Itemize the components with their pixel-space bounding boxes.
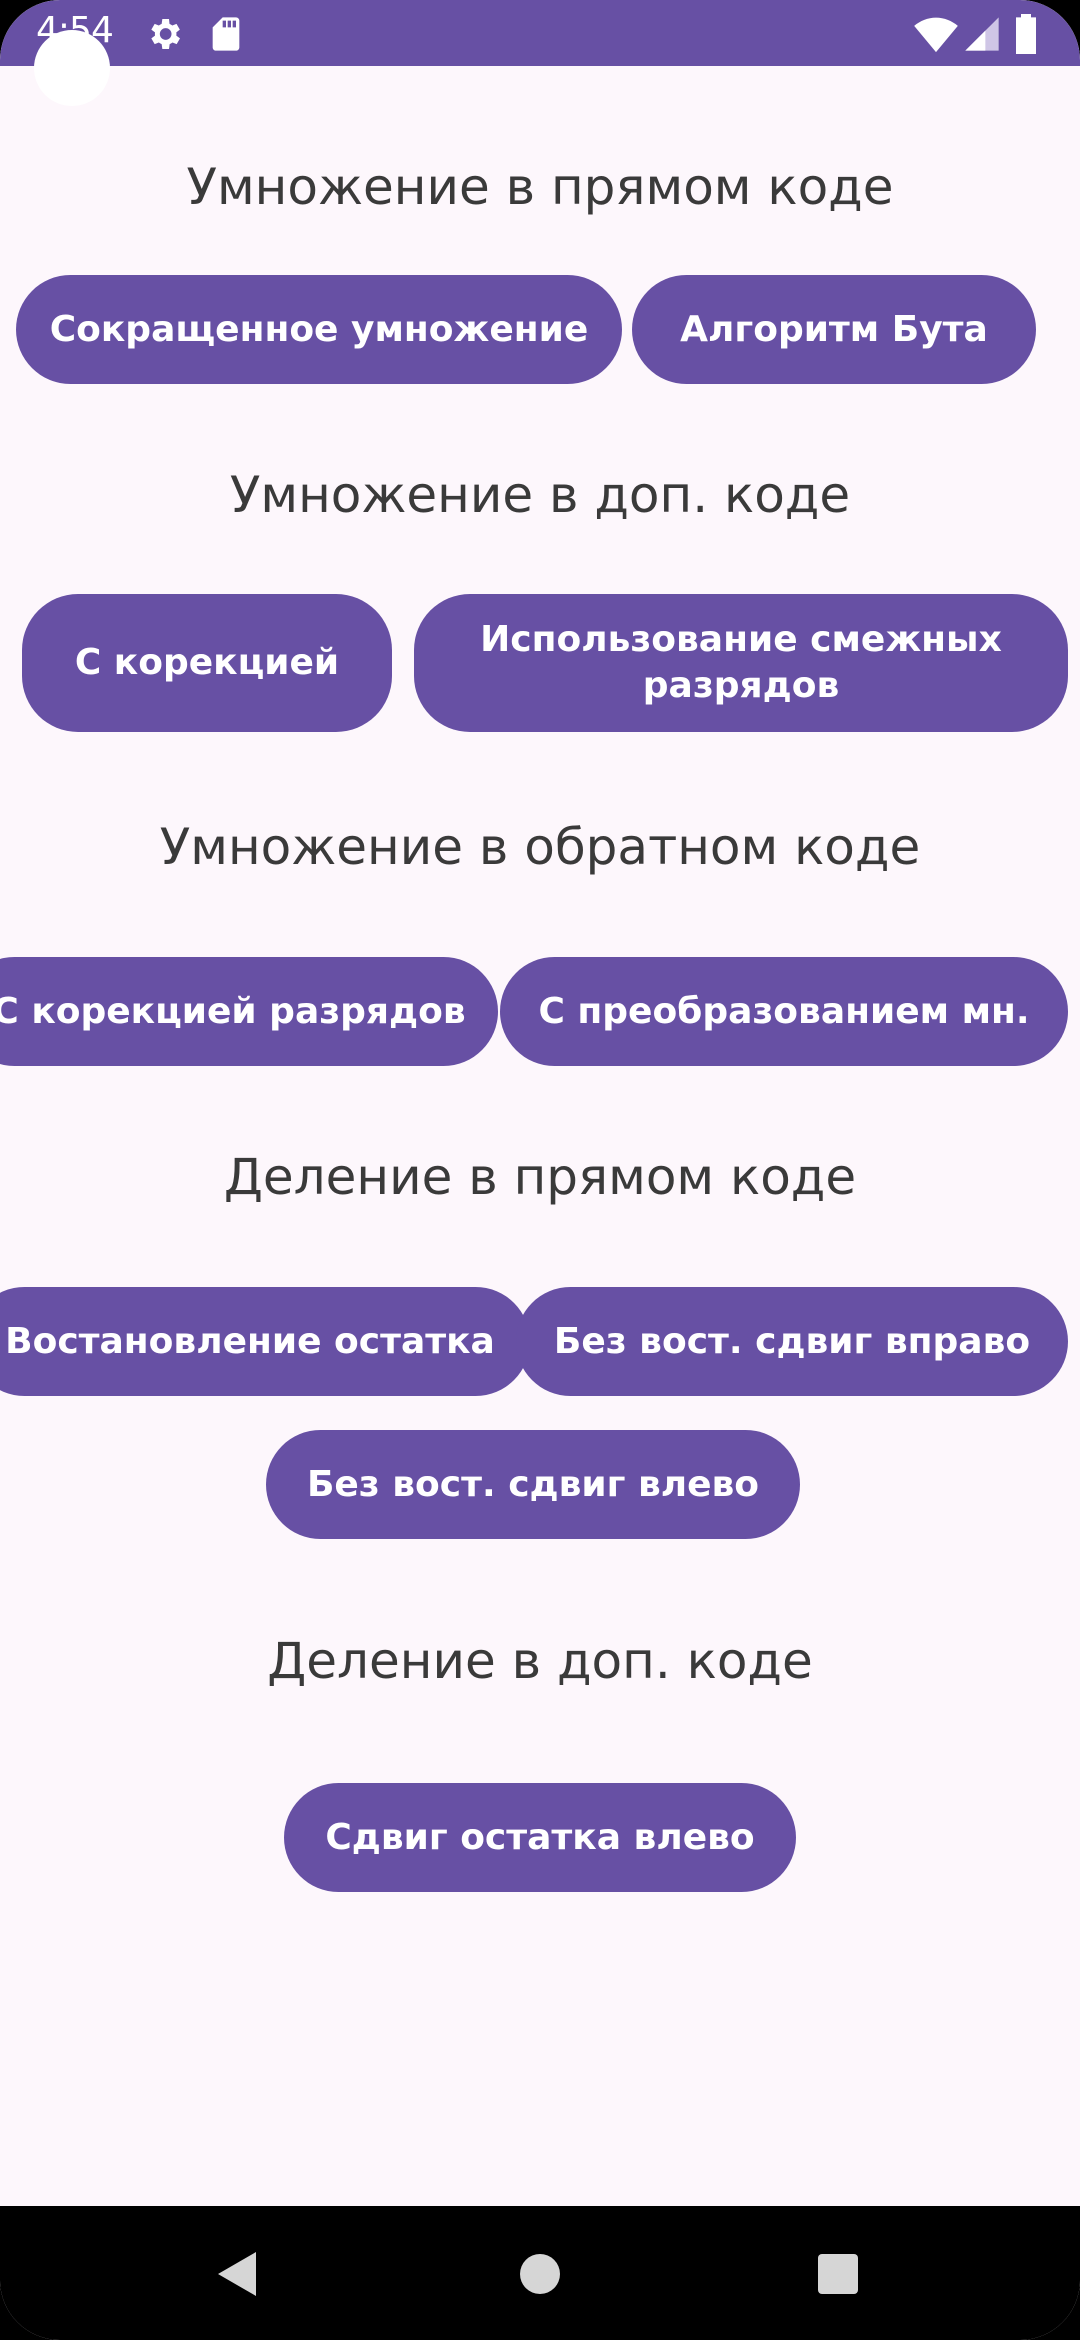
remainder-restore-button[interactable]: Востановление остатка — [0, 1287, 530, 1396]
multiplicand-transform-button[interactable]: С преобразованием мн. — [500, 957, 1068, 1066]
sd-card-icon — [206, 14, 246, 54]
section-title-multiply-direct: Умножение в прямом коде — [186, 158, 894, 216]
home-icon[interactable] — [520, 2254, 560, 2294]
status-bar: 4:54 — [0, 0, 1080, 66]
nonrestore-shift-left-button[interactable]: Без вост. сдвиг влево — [266, 1430, 800, 1539]
remainder-shift-left-button[interactable]: Сдвиг остатка влево — [284, 1783, 796, 1892]
recents-icon[interactable] — [818, 2254, 858, 2294]
nonrestore-shift-right-button[interactable]: Без вост. сдвиг вправо — [516, 1287, 1068, 1396]
camera-cutout — [34, 30, 110, 106]
signal-icon — [962, 14, 1002, 54]
section-title-divide-direct: Деление в прямом коде — [223, 1148, 857, 1206]
app-screen: 4:54 Умножени — [0, 0, 1080, 2340]
adjacent-digits-button[interactable]: Использование смежных разрядов — [414, 594, 1068, 732]
battery-icon — [1012, 14, 1040, 54]
wifi-icon — [914, 14, 958, 54]
back-icon[interactable] — [218, 2252, 256, 2296]
correction-button[interactable]: С корекцией — [22, 594, 392, 732]
navigation-bar — [0, 2206, 1080, 2340]
section-title-multiply-twos: Умножение в доп. коде — [229, 466, 851, 524]
shortened-multiplication-button[interactable]: Сокращенное умножение — [16, 275, 622, 384]
digit-correction-button[interactable]: С корекцией разрядов — [0, 957, 498, 1066]
settings-icon — [144, 14, 184, 54]
section-title-divide-twos: Деление в доп. коде — [267, 1632, 813, 1690]
booth-algorithm-button[interactable]: Алгоритм Бута — [632, 275, 1036, 384]
section-title-multiply-ones: Умножение в обратном коде — [159, 818, 921, 876]
